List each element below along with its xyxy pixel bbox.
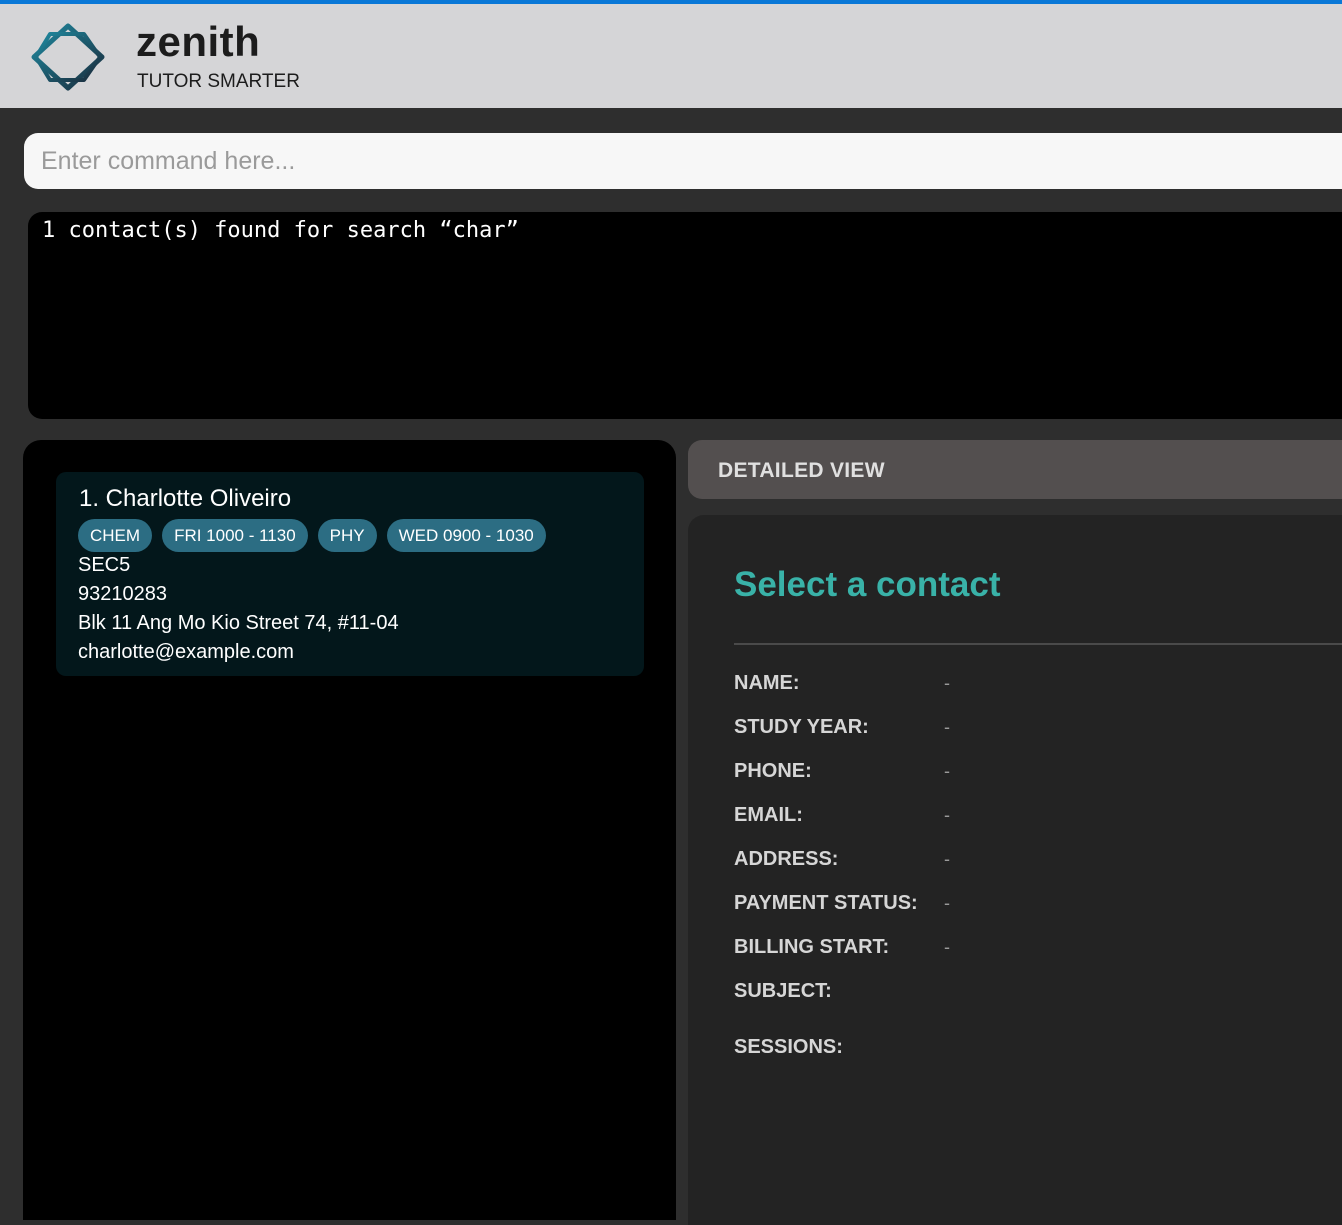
- result-display[interactable]: 1 contact(s) found for search “char”: [28, 212, 1342, 419]
- field-value-billing-start: -: [944, 937, 950, 957]
- field-label-email: EMAIL:: [734, 804, 803, 826]
- tag: WED 0900 - 1030: [386, 519, 546, 552]
- person-phone: 93210283: [78, 583, 167, 605]
- person-list-panel[interactable]: 1. Charlotte Oliveiro CHEM FRI 1000 - 11…: [23, 440, 676, 1220]
- person-email: charlotte@example.com: [78, 641, 294, 663]
- zenith-logo-icon: [31, 23, 105, 91]
- detail-title: Select a contact: [734, 565, 1001, 604]
- app-header: zenith TUTOR SMARTER: [0, 4, 1342, 108]
- detailed-view-label: DETAILED VIEW: [718, 459, 885, 482]
- app-name: zenith: [136, 18, 261, 65]
- person-name: 1. Charlotte Oliveiro: [79, 485, 292, 512]
- field-label-address: ADDRESS:: [734, 848, 839, 870]
- field-label-phone: PHONE:: [734, 760, 812, 782]
- app-tagline: TUTOR SMARTER: [137, 71, 300, 92]
- detailed-view-header: DETAILED VIEW: [688, 440, 1342, 499]
- person-card[interactable]: 1. Charlotte Oliveiro CHEM FRI 1000 - 11…: [56, 472, 644, 676]
- command-input[interactable]: [24, 133, 1324, 189]
- field-value-name: -: [944, 673, 950, 693]
- field-value-study-year: -: [944, 717, 950, 737]
- detail-divider: [734, 643, 1342, 645]
- result-message: 1 contact(s) found for search “char”: [42, 218, 519, 243]
- field-label-billing-start: BILLING START:: [734, 936, 890, 958]
- command-box: [24, 133, 1342, 189]
- person-study-year: SEC5: [78, 554, 131, 576]
- field-label-name: NAME:: [734, 672, 800, 694]
- tag: CHEM: [78, 519, 153, 552]
- field-value-phone: -: [944, 761, 950, 781]
- field-label-study-year: STUDY YEAR:: [734, 716, 869, 738]
- detailed-view-panel: Select a contact NAME: - STUDY YEAR: - P…: [688, 515, 1342, 1225]
- field-label-subject: SUBJECT:: [734, 980, 832, 1002]
- tag: FRI 1000 - 1130: [162, 519, 308, 552]
- field-label-sessions: SESSIONS:: [734, 1036, 843, 1058]
- person-tags: CHEM FRI 1000 - 1130 PHY WED 0900 - 1030: [78, 519, 546, 552]
- field-label-payment-status: PAYMENT STATUS:: [734, 892, 918, 914]
- field-value-address: -: [944, 849, 950, 869]
- field-value-payment-status: -: [944, 893, 950, 913]
- tag: PHY: [317, 519, 377, 552]
- person-address: Blk 11 Ang Mo Kio Street 74, #11-04: [78, 612, 399, 634]
- field-value-email: -: [944, 805, 950, 825]
